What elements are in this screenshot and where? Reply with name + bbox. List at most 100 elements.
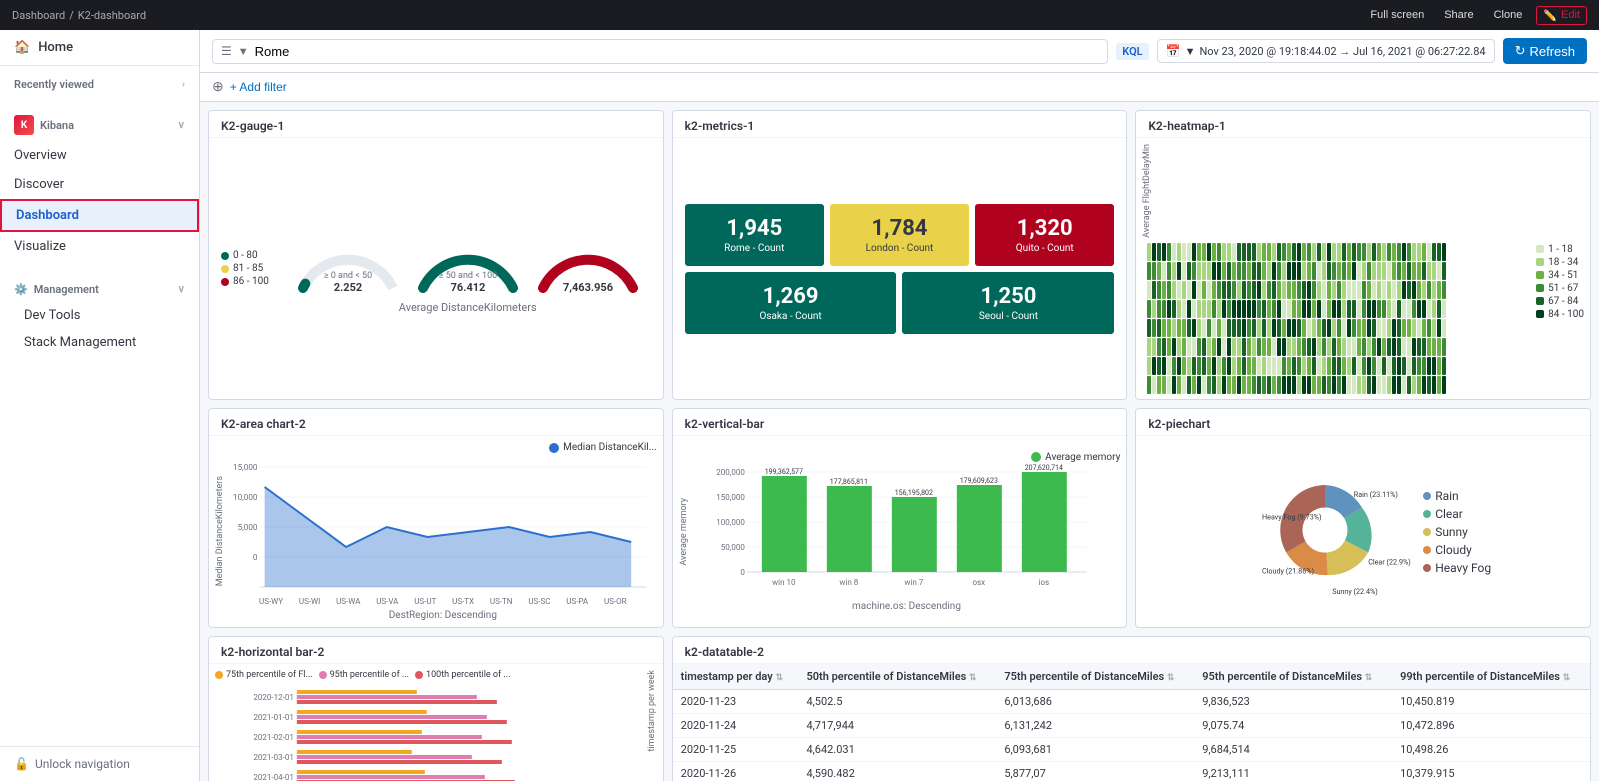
svg-text:Rain (23.11%): Rain (23.11%) xyxy=(1354,489,1398,498)
svg-text:≥ 0 and < 50: ≥ 0 and < 50 xyxy=(324,271,372,281)
clone-button[interactable]: Clone xyxy=(1488,7,1529,23)
sidebar-item-visualize[interactable]: Visualize xyxy=(0,232,199,261)
area-y-label: Median DistanceKilometers xyxy=(215,476,225,586)
dashboard-grid: K2-gauge-1 0 - 80 81 - 85 xyxy=(200,102,1599,781)
pie-legend-rain: Rain xyxy=(1423,489,1491,503)
svg-text:2021-01-01: 2021-01-01 xyxy=(253,713,293,722)
legend-item-0-80: 0 - 80 xyxy=(221,250,269,261)
heatmap-dot-5 xyxy=(1536,297,1544,305)
col-50th[interactable]: 50th percentile of DistanceMiles ⇅ xyxy=(798,664,996,690)
top-nav-actions: Full screen Share Clone ✏️ Edit xyxy=(1364,6,1587,25)
metrics1-panel: k2-metrics-1 1,945 Rome - Count 1,784 Lo… xyxy=(672,110,1128,400)
pie-legend-cloudy: Cloudy xyxy=(1423,543,1491,557)
gauge-svg-1: ≥ 50 and < 100 76.412 xyxy=(413,223,523,293)
kql-badge[interactable]: KQL xyxy=(1116,43,1148,60)
svg-text:2021-03-01: 2021-03-01 xyxy=(253,753,293,762)
svg-text:200,000: 200,000 xyxy=(716,468,745,477)
gauge-row: ≥ 0 and < 50 2.252 ≥ 50 and < 100 xyxy=(293,223,643,293)
edit-button[interactable]: ✏️ Edit xyxy=(1536,6,1587,25)
top-nav: Dashboard / K2-dashboard Full screen Sha… xyxy=(0,0,1599,30)
table-row: 2020-11-24 4,717,944 6,131,242 9,075.74 … xyxy=(673,714,1590,738)
svg-text:osx: osx xyxy=(972,578,985,587)
sidebar-item-dev-tools[interactable]: Dev Tools xyxy=(0,302,199,329)
hbar-legend-95: 95th percentile of ... xyxy=(319,670,409,680)
sidebar-recently-viewed-section: Recently viewed › xyxy=(0,66,199,103)
refresh-button[interactable]: ↻ Refresh xyxy=(1503,38,1587,64)
recently-viewed-header[interactable]: Recently viewed › xyxy=(0,72,199,97)
sidebar-item-discover[interactable]: Discover xyxy=(0,170,199,199)
sidebar: 🏠 Home Recently viewed › K Kibana ∨ Over… xyxy=(0,30,200,781)
table-header-row: timestamp per day ⇅ 50th percentile of D… xyxy=(673,664,1590,690)
fullscreen-button[interactable]: Full screen xyxy=(1364,7,1430,23)
management-header[interactable]: ⚙️ Management ∨ xyxy=(0,277,199,302)
area-chart-wrap: Median DistanceKil... 15,000 xyxy=(229,442,657,621)
gauge1-legend: 0 - 80 81 - 85 86 - 100 xyxy=(221,250,269,287)
time-range-picker[interactable]: 📅 ▼ Nov 23, 2020 @ 19:18:44.02 → Jul 16,… xyxy=(1157,39,1495,63)
piechart-title: k2-piechart xyxy=(1136,409,1590,436)
heatmap1-content: Average FlightDelayMin 2021-01-01 2021-0… xyxy=(1136,138,1590,400)
hbar-legend-75: 75th percentile of Fl... xyxy=(215,670,313,680)
heatmap1-panel: K2-heatmap-1 Average FlightDelayMin 2021… xyxy=(1135,110,1591,400)
breadcrumb-dashboard[interactable]: Dashboard xyxy=(12,9,65,22)
svg-text:179,609,623: 179,609,623 xyxy=(959,477,997,485)
heatmap1-legend: 1 - 18 18 - 34 34 - 51 51 - 67 xyxy=(1536,244,1584,320)
areachart2-panel: K2-area chart-2 Median DistanceKilometer… xyxy=(208,408,664,628)
kibana-section-header[interactable]: K Kibana ∨ xyxy=(0,109,199,141)
add-filter-button[interactable]: + Add filter xyxy=(230,80,287,94)
svg-text:0: 0 xyxy=(253,553,258,562)
search-input[interactable] xyxy=(255,44,1100,59)
sidebar-item-dashboard[interactable]: Dashboard xyxy=(0,199,199,232)
hbar-legend: 75th percentile of Fl... 95th percentile… xyxy=(215,670,643,680)
col-timestamp[interactable]: timestamp per day ⇅ xyxy=(673,664,799,690)
share-button[interactable]: Share xyxy=(1438,7,1479,23)
chevron-right-icon: › xyxy=(182,79,185,90)
areachart2-content: Median DistanceKilometers Median Distanc… xyxy=(209,436,663,627)
management-chevron-icon: ∨ xyxy=(178,284,185,295)
svg-text:76.412: 76.412 xyxy=(450,281,485,294)
heatmap-legend-1-18: 1 - 18 xyxy=(1536,244,1584,255)
svg-text:win 10: win 10 xyxy=(772,578,796,587)
heatmap-legend-67-84: 67 - 84 xyxy=(1536,296,1584,307)
heatmap-dot-6 xyxy=(1536,310,1544,318)
svg-text:win 8: win 8 xyxy=(839,578,858,587)
sidebar-home[interactable]: 🏠 Home xyxy=(0,30,199,66)
svg-text:2021-04-01: 2021-04-01 xyxy=(253,773,293,781)
heatmap-dot-3 xyxy=(1536,271,1544,279)
search-input-wrap[interactable]: ☰ ▼ xyxy=(212,39,1108,64)
col-95th[interactable]: 95th percentile of DistanceMiles ⇅ xyxy=(1194,664,1392,690)
app-layout: 🏠 Home Recently viewed › K Kibana ∨ Over… xyxy=(0,30,1599,781)
sort-icon-0: ⇅ xyxy=(775,673,783,683)
heatmap-y-label: Average FlightDelayMin xyxy=(1142,144,1152,238)
svg-text:2020-12-01: 2020-12-01 xyxy=(253,693,293,702)
hbar2-panel: k2-horizontal bar-2 75th percentile of F… xyxy=(208,636,664,781)
hbar-dot-75 xyxy=(215,671,223,679)
sidebar-item-overview[interactable]: Overview xyxy=(0,141,199,170)
verticalbar-panel: k2-vertical-bar Average memory Average m… xyxy=(672,408,1128,628)
area-x-label: DestRegion: Descending xyxy=(229,610,657,621)
svg-text:2021-02-01: 2021-02-01 xyxy=(253,733,293,742)
vbar-legend-item: Average memory xyxy=(1031,452,1120,463)
vbar-legend: Average memory xyxy=(693,452,1121,463)
heatmap-legend-18-34: 18 - 34 xyxy=(1536,257,1584,268)
area-legend-item: Median DistanceKil... xyxy=(549,442,657,453)
area-x-ticks: US-WYUS-WIUS-WAUS-VAUS-UTUS-TXUS-TNUS-SC… xyxy=(229,597,657,606)
metrics-bottom-row: 1,269 Osaka - Count 1,250 Seoul - Count xyxy=(685,272,1115,334)
pie-legend-heavyfog: Heavy Fog xyxy=(1423,561,1491,575)
vbar-x-label: machine.os: Descending xyxy=(693,601,1121,612)
area-legend: Median DistanceKil... xyxy=(229,442,657,453)
sort-icon-1: ⇅ xyxy=(969,673,977,683)
col-99th[interactable]: 99th percentile of DistanceMiles ⇅ xyxy=(1392,664,1590,690)
datatable2-header: timestamp per day ⇅ 50th percentile of D… xyxy=(673,664,1590,690)
heatmap1-title: K2-heatmap-1 xyxy=(1136,111,1590,138)
verticalbar-title: k2-vertical-bar xyxy=(673,409,1127,436)
col-75th[interactable]: 75th percentile of DistanceMiles ⇅ xyxy=(996,664,1194,690)
verticalbar-content: Average memory Average memory xyxy=(673,436,1127,627)
gauge1-content: 0 - 80 81 - 85 86 - 100 xyxy=(209,138,663,399)
sidebar-item-stack-management[interactable]: Stack Management xyxy=(0,329,199,356)
unlock-navigation-button[interactable]: 🔓 Unlock navigation xyxy=(0,746,199,781)
pie-svg: Rain (23.11%) Clear (22.9%) Sunny (22.4%… xyxy=(1235,443,1415,618)
piechart-panel: k2-piechart xyxy=(1135,408,1591,628)
metrics1-content: 1,945 Rome - Count 1,784 London - Count … xyxy=(673,138,1127,399)
datatable2-table: timestamp per day ⇅ 50th percentile of D… xyxy=(673,664,1590,781)
metric-card-osaka: 1,269 Osaka - Count xyxy=(685,272,897,334)
